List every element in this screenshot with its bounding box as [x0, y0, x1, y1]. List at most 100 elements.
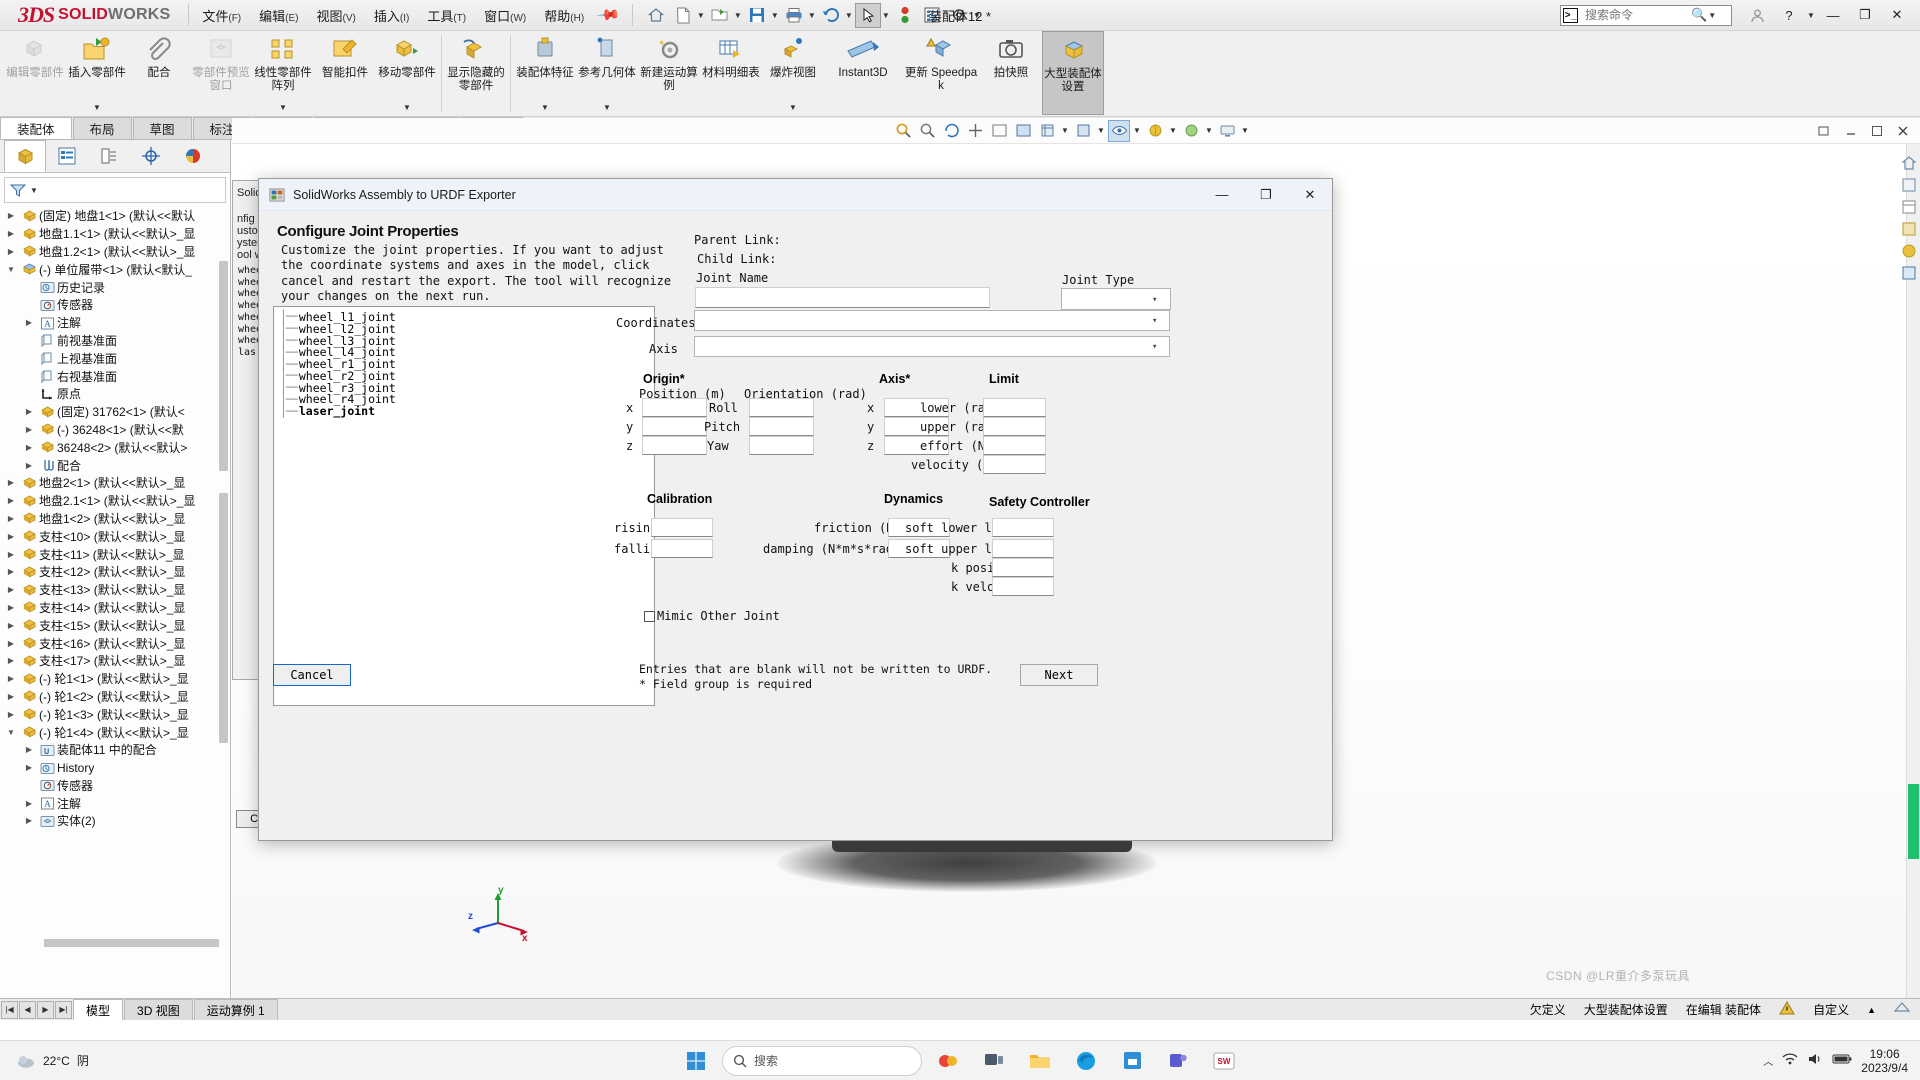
- ribbon-tab-1[interactable]: 布局: [72, 117, 132, 139]
- library-icon[interactable]: [1900, 220, 1918, 238]
- feature-tree-node[interactable]: ▶ (固定) 地盘1<1> (默认<<默认: [2, 207, 230, 225]
- ribbon-large-assembly-settings-button[interactable]: 大型装配体设置: [1042, 31, 1104, 115]
- help-dropdown-arrow[interactable]: ▼: [1806, 11, 1816, 20]
- zoom-area-icon[interactable]: [916, 120, 938, 142]
- origin-roll-input[interactable]: [749, 398, 814, 417]
- hide-show-dropdown-arrow[interactable]: ▼: [1132, 126, 1142, 135]
- feature-tree-node[interactable]: ▶ 支柱<16> (默认<<默认>_显: [2, 634, 230, 652]
- ribbon-mate-paperclip-button[interactable]: 配合: [128, 31, 190, 115]
- home-view-icon[interactable]: [1900, 154, 1918, 172]
- chevron-down-icon[interactable]: ▼: [2, 728, 20, 737]
- tab-dimxpert-manager[interactable]: [130, 140, 172, 172]
- feature-tree-node[interactable]: ▶ 地盘2.1<1> (默认<<默认>_显: [2, 492, 230, 510]
- display-style-icon[interactable]: [1072, 120, 1094, 142]
- chevron-down-icon[interactable]: ▼: [2, 265, 20, 274]
- limit-velocity-input[interactable]: [983, 455, 1046, 474]
- chevron-right-icon[interactable]: ▶: [20, 425, 38, 434]
- sound-icon[interactable]: [1807, 1052, 1823, 1069]
- axis-dropdown[interactable]: [694, 336, 1170, 357]
- chevron-right-icon[interactable]: ▶: [2, 585, 20, 594]
- feature-tree-node[interactable]: ▶ A 注解: [2, 314, 230, 332]
- origin-yaw-input[interactable]: [749, 436, 814, 455]
- feature-tree-node[interactable]: ▶ (-) 轮1<2> (默认<<默认>_显: [2, 688, 230, 706]
- weather-widget[interactable]: 22°C 阴: [0, 1052, 89, 1070]
- display-style-dropdown-arrow[interactable]: ▼: [1096, 126, 1106, 135]
- feature-tree-node[interactable]: ▶ 支柱<17> (默认<<默认>_显: [2, 652, 230, 670]
- feature-tree-node[interactable]: ▶ (-) 轮1<1> (默认<<默认>_显: [2, 670, 230, 688]
- open-folder-icon[interactable]: [707, 3, 733, 28]
- feature-tree-node[interactable]: ▶ (-) 轮1<3> (默认<<默认>_显: [2, 705, 230, 723]
- chevron-right-icon[interactable]: ▶: [2, 567, 20, 576]
- feature-tree-node[interactable]: ▼ (-) 单位履带<1> (默认<默认_: [2, 260, 230, 278]
- taskbar-clock[interactable]: 19:06 2023/9/4: [1861, 1047, 1908, 1075]
- menu-window[interactable]: 窗口(W): [475, 1, 535, 30]
- feature-tree-node[interactable]: ▶上视基准面: [2, 349, 230, 367]
- feature-tree-node[interactable]: ▶ 支柱<10> (默认<<默认>_显: [2, 527, 230, 545]
- teams-icon[interactable]: [1158, 1043, 1198, 1079]
- ribbon-new-motion-study-button[interactable]: 新建运动算例: [638, 31, 700, 115]
- origin-pos-x-input[interactable]: [642, 398, 707, 417]
- custom-props-icon[interactable]: [1900, 264, 1918, 282]
- pin-icon[interactable]: 📌: [596, 2, 622, 28]
- feature-tree-node[interactable]: ▶传感器: [2, 296, 230, 314]
- limit-effort-input[interactable]: [983, 436, 1046, 455]
- feature-tree-node[interactable]: ▶ 地盘1.1<1> (默认<<默认>_显: [2, 225, 230, 243]
- feature-tree-node[interactable]: ▶ (固定) 31762<1> (默认<: [2, 403, 230, 421]
- safety-k-position-input[interactable]: [992, 558, 1054, 577]
- ribbon-linear-pattern-button[interactable]: 线性零部件阵列 ▼: [252, 31, 314, 115]
- home-icon[interactable]: [643, 3, 669, 28]
- close-button[interactable]: ✕: [1882, 1, 1912, 29]
- tree-scroll-thumb-lower[interactable]: [219, 493, 228, 743]
- ribbon-bill-of-materials-button[interactable]: 材料明细表: [700, 31, 762, 115]
- select-cursor-icon[interactable]: [854, 2, 881, 28]
- view-orientation-dropdown-arrow[interactable]: ▼: [1060, 126, 1070, 135]
- tree-horizontal-scrollbar[interactable]: [44, 939, 219, 947]
- tab-display-manager[interactable]: [172, 140, 214, 172]
- chevron-right-icon[interactable]: ▶: [20, 443, 38, 452]
- origin-pos-z-input[interactable]: [642, 436, 707, 455]
- limit-upper-input[interactable]: [983, 417, 1046, 436]
- ribbon-command-dropdown-arrow[interactable]: ▼: [279, 103, 287, 112]
- tab-property-manager[interactable]: [46, 140, 88, 172]
- feature-tree-node[interactable]: ▶ A 注解: [2, 794, 230, 812]
- hide-show-items-icon[interactable]: [1108, 119, 1130, 142]
- dialog-close-button[interactable]: ✕: [1288, 179, 1332, 210]
- tab-configuration-manager[interactable]: [88, 140, 130, 172]
- minimize-doc-icon[interactable]: [1840, 120, 1862, 142]
- feature-tree-node[interactable]: ▶ 支柱<12> (默认<<默认>_显: [2, 563, 230, 581]
- task-pane-icon[interactable]: [1900, 198, 1918, 216]
- nav-first-icon[interactable]: |◀: [1, 1000, 18, 1019]
- menu-view[interactable]: 视图(V): [308, 1, 365, 30]
- feature-tree-node[interactable]: ▶ History: [2, 759, 230, 777]
- feature-tree-node[interactable]: ▶ 支柱<13> (默认<<默认>_显: [2, 581, 230, 599]
- ribbon-command-dropdown-arrow[interactable]: ▼: [789, 103, 797, 112]
- chevron-right-icon[interactable]: ▶: [20, 799, 38, 808]
- joint-name-input[interactable]: [695, 287, 990, 308]
- ribbon-show-hidden-components-button[interactable]: 显示隐藏的零部件: [445, 31, 507, 115]
- ribbon-move-component-button[interactable]: 移动零部件 ▼: [376, 31, 438, 115]
- ribbon-command-dropdown-arrow[interactable]: ▼: [403, 103, 411, 112]
- joint-list-item[interactable]: │── laser_joint: [280, 404, 654, 418]
- feature-tree-node[interactable]: ▶ 36248<2> (默认<<默认>: [2, 438, 230, 456]
- chevron-right-icon[interactable]: ▶: [20, 407, 38, 416]
- search-icon[interactable]: 🔍: [1691, 7, 1707, 23]
- chevron-right-icon[interactable]: ▶: [2, 211, 20, 220]
- scene-dropdown-arrow[interactable]: ▼: [1204, 126, 1214, 135]
- store-icon[interactable]: [1112, 1043, 1152, 1079]
- cancel-button[interactable]: Cancel: [273, 664, 351, 686]
- apply-scene-icon[interactable]: [1180, 120, 1202, 142]
- menu-insert[interactable]: 插入(I): [365, 1, 418, 30]
- chevron-right-icon[interactable]: ▶: [20, 745, 38, 754]
- feature-tree-node[interactable]: ▶ (-) 36248<1> (默认<<默: [2, 421, 230, 439]
- gear-dropdown-arrow[interactable]: ▼: [972, 11, 982, 20]
- chevron-right-icon[interactable]: ▶: [2, 478, 20, 487]
- ribbon-tab-2[interactable]: 草图: [132, 117, 192, 139]
- pan-icon[interactable]: [964, 120, 986, 142]
- ribbon-insert-component-button[interactable]: 插入零部件 ▼: [66, 31, 128, 115]
- chevron-right-icon[interactable]: ▶: [2, 229, 20, 238]
- print-dropdown-arrow[interactable]: ▼: [807, 11, 817, 20]
- network-icon[interactable]: [1782, 1052, 1798, 1069]
- feature-tree-node[interactable]: ▶ 地盘2<1> (默认<<默认>_显: [2, 474, 230, 492]
- new-document-dropdown-arrow[interactable]: ▼: [696, 11, 706, 20]
- doc-tab-3d-views[interactable]: 3D 视图: [124, 999, 193, 1020]
